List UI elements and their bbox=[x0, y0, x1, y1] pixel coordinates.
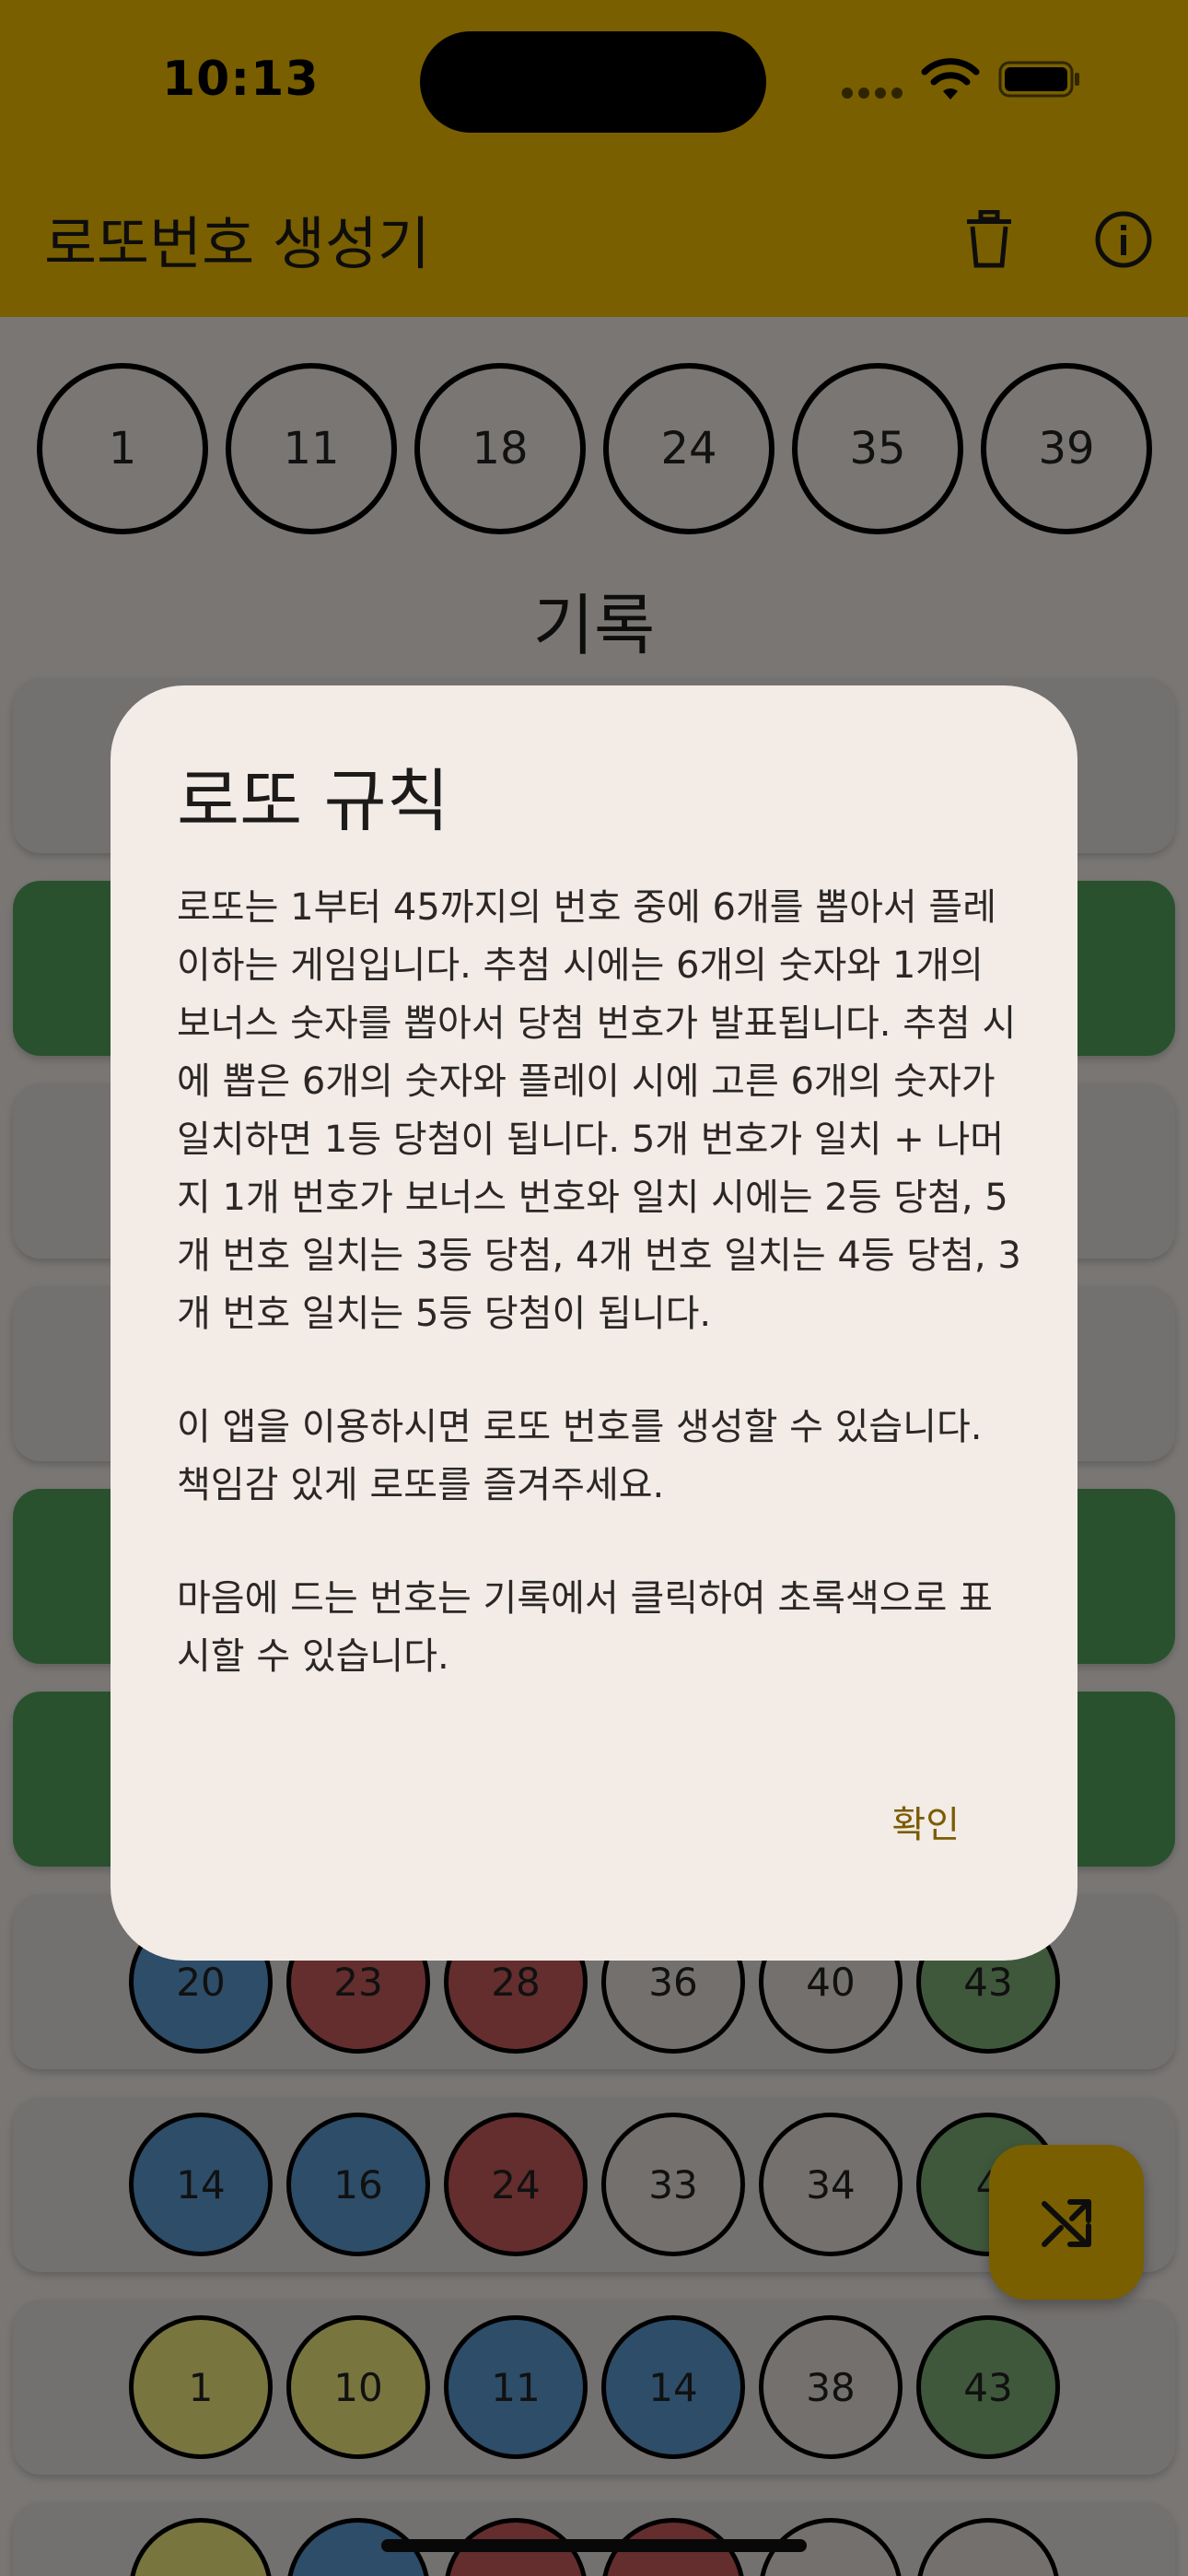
screen: 10:13 로또번호 생성기 bbox=[0, 0, 1188, 2576]
rules-dialog: 로또 규칙 로또는 1부터 45까지의 번호 중에 6개를 뽑아서 플레이하는 … bbox=[111, 685, 1077, 1961]
dialog-body: 로또는 1부터 45까지의 번호 중에 6개를 뽑아서 플레이하는 게임입니다.… bbox=[177, 879, 1024, 1741]
dialog-paragraph: 마음에 드는 번호는 기록에서 클릭하여 초록색으로 표시할 수 있습니다. bbox=[177, 1577, 993, 1678]
dialog-title: 로또 규칙 bbox=[177, 762, 449, 841]
confirm-button[interactable]: 확인 bbox=[891, 1795, 960, 1848]
dialog-paragraph: 이 앱을 이용하시면 로또 번호를 생성할 수 있습니다. 책임감 있게 로또를… bbox=[177, 1406, 995, 1506]
dialog-paragraph: 로또는 1부터 45까지의 번호 중에 6개를 뽑아서 플레이하는 게임입니다.… bbox=[177, 886, 1021, 1335]
